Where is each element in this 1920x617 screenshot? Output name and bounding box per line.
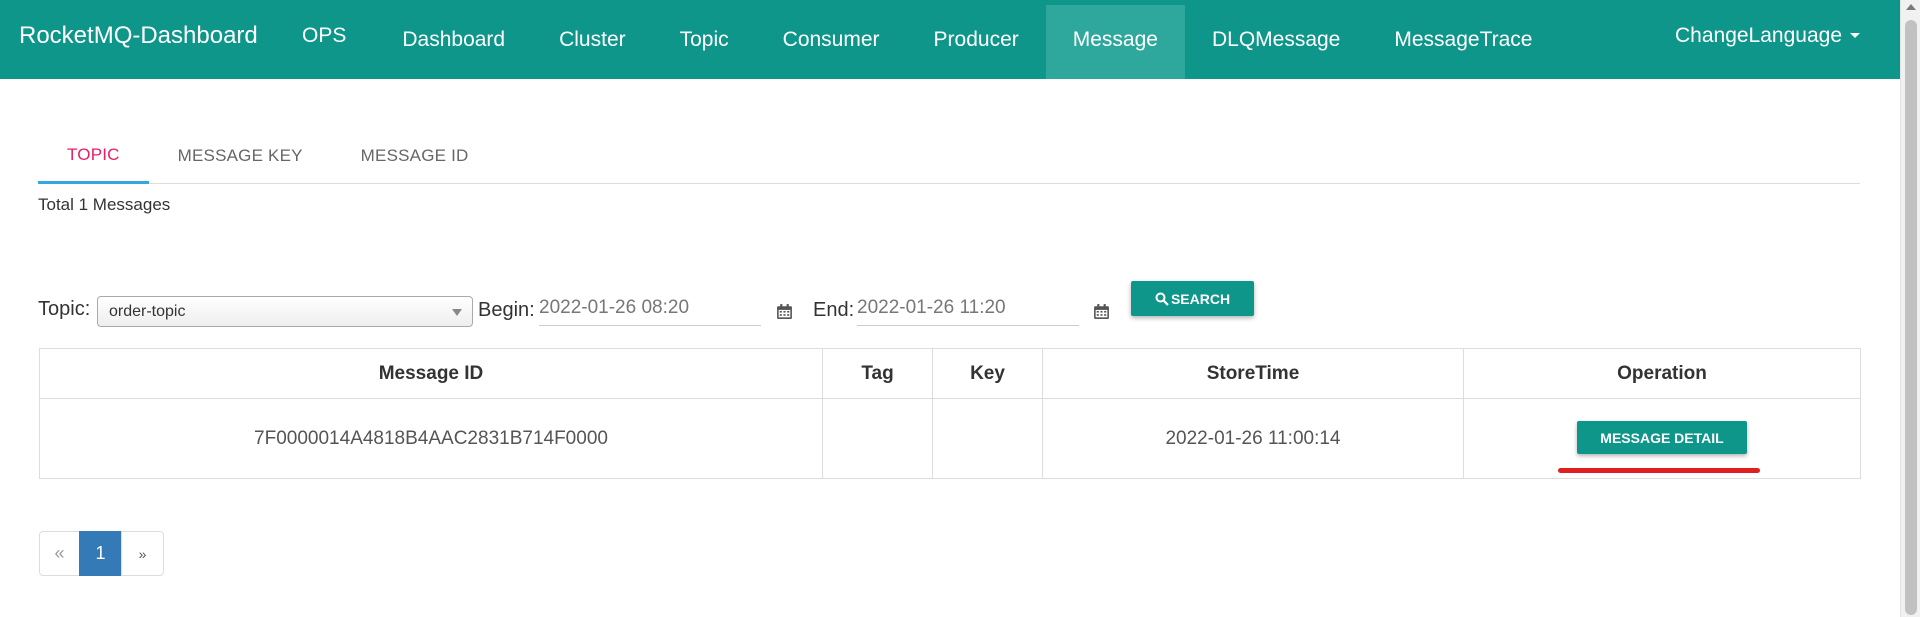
highlight-underline <box>1558 468 1760 473</box>
message-id-cell: 7F0000014A4818B4AAC2831B714F0000 <box>39 398 823 479</box>
nav-item-message[interactable]: Message <box>1045 5 1185 79</box>
scroll-up-arrow-icon[interactable] <box>1906 4 1916 10</box>
pagination: « 1 » <box>39 531 164 576</box>
topic-label: Topic: <box>38 298 91 320</box>
column-header-key: Key <box>932 348 1043 399</box>
pagination-page-1[interactable]: 1 <box>79 531 122 576</box>
operation-cell: MESSAGE DETAIL <box>1463 398 1861 479</box>
column-header-storetime: StoreTime <box>1042 348 1464 399</box>
change-language-label: ChangeLanguage <box>1675 23 1842 47</box>
top-navbar: RocketMQ-Dashboard OPS Dashboard Cluster… <box>0 0 1900 79</box>
tag-cell <box>822 398 933 479</box>
begin-label: Begin: <box>478 299 535 321</box>
chevron-down-icon <box>452 309 462 316</box>
calendar-icon[interactable] <box>776 303 793 320</box>
nav-item-dashboard[interactable]: Dashboard <box>375 0 532 79</box>
table-header-row: Message ID Tag Key StoreTime Operation <box>39 348 1861 399</box>
nav-item-consumer[interactable]: Consumer <box>756 0 907 79</box>
tab-topic[interactable]: TOPIC <box>38 128 149 184</box>
nav-item-messagetrace[interactable]: MessageTrace <box>1367 0 1559 79</box>
search-button-label: SEARCH <box>1170 290 1231 307</box>
scroll-thumb[interactable] <box>1905 20 1917 615</box>
nav-item-producer[interactable]: Producer <box>907 0 1046 79</box>
caret-down-icon <box>1850 33 1860 38</box>
search-icon <box>1155 292 1169 306</box>
end-label: End: <box>813 299 855 321</box>
brand-title[interactable]: RocketMQ-Dashboard <box>0 0 282 79</box>
nav-item-ops[interactable]: OPS <box>282 0 375 79</box>
store-time-cell: 2022-01-26 11:00:14 <box>1042 398 1464 479</box>
column-header-message-id: Message ID <box>39 348 823 399</box>
nav-item-cluster[interactable]: Cluster <box>532 0 653 79</box>
vertical-scrollbar[interactable] <box>1900 0 1920 617</box>
message-table: Message ID Tag Key StoreTime Operation 7… <box>39 348 1861 479</box>
search-mode-tabs: TOPIC MESSAGE KEY MESSAGE ID <box>38 128 1860 184</box>
nav-item-topic[interactable]: Topic <box>653 0 756 79</box>
search-button[interactable]: SEARCH <box>1131 281 1254 316</box>
key-cell <box>932 398 1043 479</box>
tab-message-key[interactable]: MESSAGE KEY <box>149 128 332 183</box>
pagination-next[interactable]: » <box>121 531 164 576</box>
tab-message-id[interactable]: MESSAGE ID <box>332 128 498 183</box>
end-time-input[interactable] <box>857 290 1079 326</box>
pagination-prev[interactable]: « <box>39 531 80 576</box>
table-row: 7F0000014A4818B4AAC2831B714F0000 2022-01… <box>39 398 1861 479</box>
begin-time-input[interactable] <box>539 290 761 326</box>
topic-select-value: order-topic <box>109 302 186 320</box>
nav-item-dlqmessage[interactable]: DLQMessage <box>1185 0 1367 79</box>
column-header-tag: Tag <box>822 348 933 399</box>
column-header-operation: Operation <box>1463 348 1861 399</box>
total-messages-count: Total 1 Messages <box>38 195 171 214</box>
topic-select[interactable]: order-topic <box>97 296 473 327</box>
message-detail-button[interactable]: MESSAGE DETAIL <box>1577 421 1747 454</box>
calendar-icon[interactable] <box>1093 303 1110 320</box>
change-language-dropdown[interactable]: ChangeLanguage <box>1675 0 1900 79</box>
